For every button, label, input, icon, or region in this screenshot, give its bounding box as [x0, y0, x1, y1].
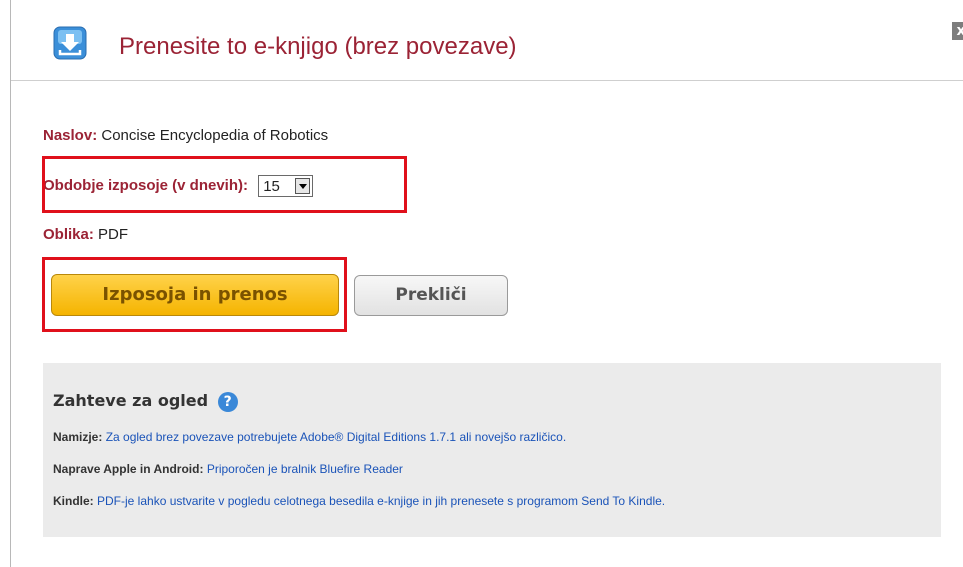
dialog-header: Prenesite to e-knjigo (brez povezave)	[11, 0, 963, 81]
format-label: Oblika:	[43, 226, 94, 243]
requirement-kindle: Kindle: PDF-je lahko ustvarite v pogledu…	[53, 494, 665, 508]
format-row: Oblika: PDF	[43, 226, 128, 243]
mobile-label: Naprave Apple in Android:	[53, 462, 204, 476]
requirements-panel: Zahteve za ogled ? Namizje: Za ogled bre…	[43, 363, 941, 537]
title-value: Concise Encyclopedia of Robotics	[101, 127, 329, 144]
help-icon[interactable]: ?	[217, 391, 238, 412]
chevron-down-icon[interactable]	[295, 178, 311, 194]
dialog-title: Prenesite to e-knjigo (brez povezave)	[119, 33, 517, 60]
requirements-heading: Zahteve za ogled ?	[53, 391, 238, 412]
title-label: Naslov:	[43, 127, 98, 144]
download-icon	[53, 26, 87, 60]
requirement-mobile: Naprave Apple in Android: Priporočen je …	[53, 462, 403, 476]
kindle-link[interactable]: PDF-je lahko ustvarite v pogledu celotne…	[97, 494, 665, 508]
loan-period-value: 15	[263, 178, 280, 195]
loan-period-label: Obdobje izposoje (v dnevih):	[43, 176, 249, 194]
desktop-link[interactable]: Za ogled brez povezave potrebujete Adobe…	[106, 430, 566, 444]
kindle-label: Kindle:	[53, 494, 94, 508]
title-row: Naslov: Concise Encyclopedia of Robotics	[43, 127, 328, 144]
loan-period-select[interactable]: 15	[258, 175, 314, 197]
cancel-button[interactable]: Prekliči	[354, 275, 508, 316]
format-value: PDF	[98, 226, 129, 243]
requirement-desktop: Namizje: Za ogled brez povezave potrebuj…	[53, 430, 566, 444]
desktop-label: Namizje:	[53, 430, 103, 444]
close-icon[interactable]: x	[952, 22, 963, 40]
requirements-heading-text: Zahteve za ogled	[53, 391, 209, 410]
borrow-download-button[interactable]: Izposoja in prenos	[51, 274, 339, 316]
loan-period-row: Obdobje izposoje (v dnevih): 15	[43, 175, 314, 197]
download-dialog: Prenesite to e-knjigo (brez povezave) x …	[10, 0, 963, 567]
mobile-link[interactable]: Priporočen je bralnik Bluefire Reader	[207, 462, 403, 476]
